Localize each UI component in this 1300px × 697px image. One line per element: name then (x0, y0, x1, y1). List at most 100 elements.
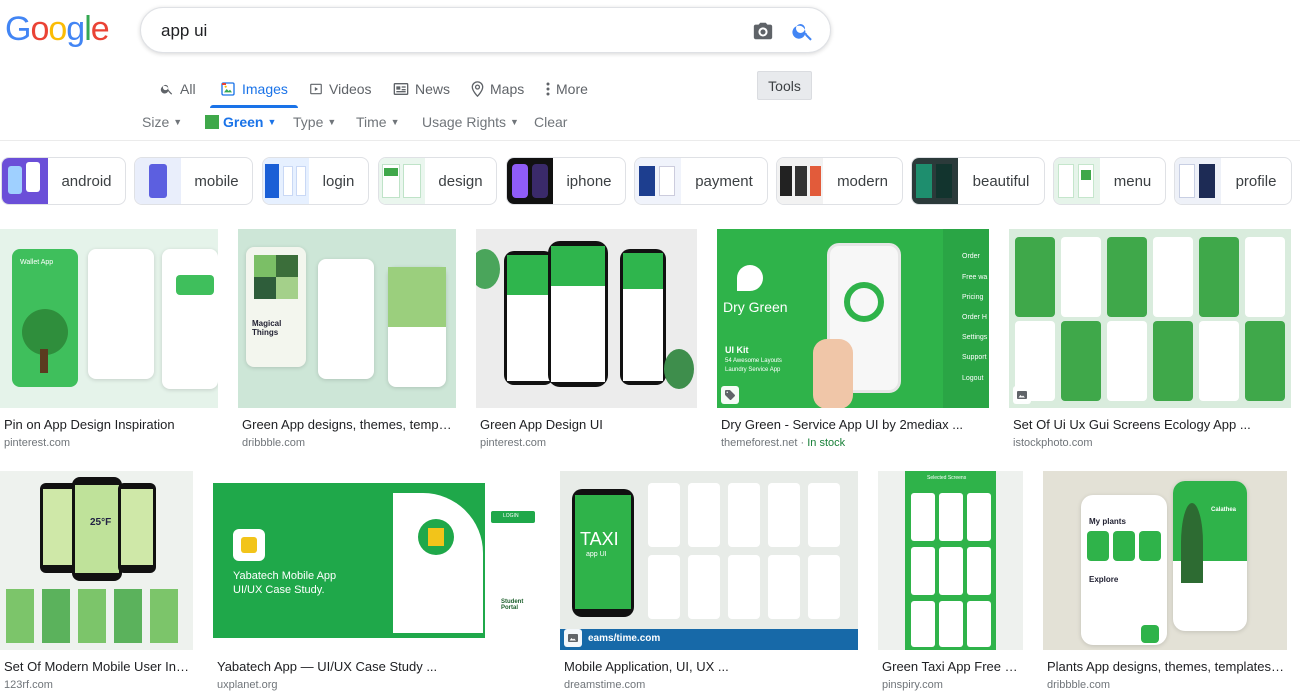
result-image[interactable]: 25°F (0, 471, 193, 650)
tab-news[interactable]: News (393, 70, 450, 108)
result-title[interactable]: Yabatech App — UI/UX Case Study ... (217, 659, 538, 674)
result-image[interactable]: Wallet App (0, 229, 218, 408)
result-source[interactable]: dreamstime.com (564, 679, 645, 691)
chip-payment[interactable]: payment (634, 157, 768, 205)
result-source[interactable]: istockphoto.com (1013, 437, 1092, 449)
result-source[interactable]: pinspiry.com (882, 679, 943, 691)
result-source[interactable]: dribbble.com (1047, 679, 1110, 691)
result-image[interactable]: Dry Green UI Kit 54 Awesome Layouts Laun… (717, 229, 989, 408)
tab-images[interactable]: Images (210, 70, 298, 108)
result-title[interactable]: Green App Design UI (480, 417, 695, 432)
chip-thumbnail (777, 158, 823, 204)
tab-videos[interactable]: Videos (309, 70, 372, 108)
taxi-subtitle: app UI (586, 551, 607, 558)
yabatech-title: Yabatech Mobile App UI/UX Case Study. (233, 570, 337, 596)
chip-thumbnail (135, 158, 181, 204)
result-title[interactable]: Dry Green - Service App UI by 2mediax ..… (721, 417, 987, 432)
search-input[interactable] (161, 19, 721, 43)
chip-mobile[interactable]: mobile (134, 157, 253, 205)
result-image[interactable] (1009, 229, 1291, 408)
logo-letter: o (48, 10, 67, 48)
image-badge-icon (1013, 386, 1031, 404)
chip-android[interactable]: android (1, 157, 126, 205)
caret-down-icon: ▼ (327, 117, 337, 127)
result-title[interactable]: Mobile Application, UI, UX ... (564, 659, 856, 674)
tab-all[interactable]: All (160, 70, 196, 108)
chip-label: android (61, 172, 112, 190)
chip-thumbnail (1054, 158, 1100, 204)
source-domain: themeforest.net (721, 437, 798, 449)
tools-button[interactable]: Tools (757, 71, 812, 100)
chip-modern[interactable]: modern (776, 157, 903, 205)
result-title[interactable]: Plants App designs, themes, templates ..… (1047, 659, 1285, 674)
tab-more[interactable]: More (546, 70, 588, 108)
tab-maps[interactable]: Maps (471, 70, 524, 108)
result-title[interactable]: Set Of Modern Mobile User Inter... (4, 659, 191, 674)
chip-thumbnail (379, 158, 425, 204)
ui-kit-label: UI Kit (725, 345, 749, 355)
filter-clear[interactable]: Clear (534, 111, 567, 133)
chip-iphone[interactable]: iphone (506, 157, 626, 205)
search-icon (160, 84, 173, 95)
filter-usage-rights[interactable]: Usage Rights ▼ (422, 111, 519, 133)
result-image[interactable]: TAXI app UI eams/time.com (560, 471, 858, 650)
news-icon (393, 83, 409, 95)
more-vert-icon (546, 82, 550, 96)
result-source[interactable]: themeforest.net · In stock (721, 437, 845, 449)
logo-letter: o (30, 10, 49, 48)
result-title[interactable]: Green Taxi App Free UI ... (882, 659, 1021, 674)
caret-down-icon: ▼ (390, 117, 400, 127)
image-icon (221, 82, 235, 96)
color-swatch (205, 115, 219, 129)
logo-letter: e (90, 10, 110, 48)
camera-icon[interactable] (752, 20, 774, 42)
login-button-label: LOGIN (503, 513, 519, 519)
search-icon[interactable] (791, 19, 815, 43)
result-source[interactable]: dribbble.com (242, 437, 305, 449)
result-image[interactable]: Yabatech Mobile App UI/UX Case Study. LO… (213, 471, 540, 650)
result-image[interactable]: My plants Explore Calathea (1043, 471, 1287, 650)
caret-down-icon: ▼ (510, 117, 519, 127)
google-logo[interactable]: Google (5, 10, 110, 49)
result-image[interactable]: Selected Screens (878, 471, 1023, 650)
taxi-label: TAXI (580, 529, 619, 549)
result-title[interactable]: Set Of Ui Ux Gui Screens Ecology App ... (1013, 417, 1289, 432)
chip-label: iphone (566, 172, 612, 190)
chip-label: mobile (194, 172, 239, 190)
result-image[interactable]: Magical Things (238, 229, 456, 408)
filter-time[interactable]: Time ▼ (356, 111, 400, 133)
chip-design[interactable]: design (378, 157, 497, 205)
result-title[interactable]: Pin on App Design Inspiration (4, 417, 216, 432)
tab-label: More (556, 81, 588, 97)
magical-things-label: Magical Things (252, 319, 282, 337)
tab-label: All (180, 81, 196, 97)
plant-name-label: Calathea (1211, 507, 1237, 513)
watermark-text: eams/time.com (588, 633, 661, 644)
result-image[interactable] (476, 229, 697, 408)
filter-type[interactable]: Type ▼ (293, 111, 336, 133)
result-source[interactable]: pinterest.com (480, 437, 546, 449)
chip-label: design (438, 172, 483, 190)
result-source[interactable]: pinterest.com (4, 437, 70, 449)
result-title[interactable]: Green App designs, themes, templat... (242, 417, 454, 432)
filter-size[interactable]: Size ▼ (142, 111, 182, 133)
chip-beautiful[interactable]: beautiful (911, 157, 1045, 205)
menu-item: Settings (962, 334, 988, 341)
menu-item: Logout (962, 375, 984, 382)
header-divider (0, 140, 1300, 141)
tab-label: News (415, 81, 451, 97)
chip-profile[interactable]: profile (1174, 157, 1292, 205)
selected-screens-label: Selected Screens (927, 475, 967, 481)
ui-kit-subtitle: Laundry Service App (725, 367, 781, 373)
chip-thumbnail (1175, 158, 1221, 204)
in-stock-badge: In stock (807, 437, 846, 449)
tab-label: Videos (329, 81, 372, 97)
menu-item: Order H (962, 314, 987, 321)
chip-login[interactable]: login (262, 157, 369, 205)
tab-label: Maps (490, 81, 525, 97)
chip-menu[interactable]: menu (1053, 157, 1166, 205)
result-source[interactable]: uxplanet.org (217, 679, 278, 691)
filter-color[interactable]: Green ▼ (205, 111, 276, 133)
result-source[interactable]: 123rf.com (4, 679, 53, 691)
filter-label: Usage Rights (422, 114, 507, 130)
